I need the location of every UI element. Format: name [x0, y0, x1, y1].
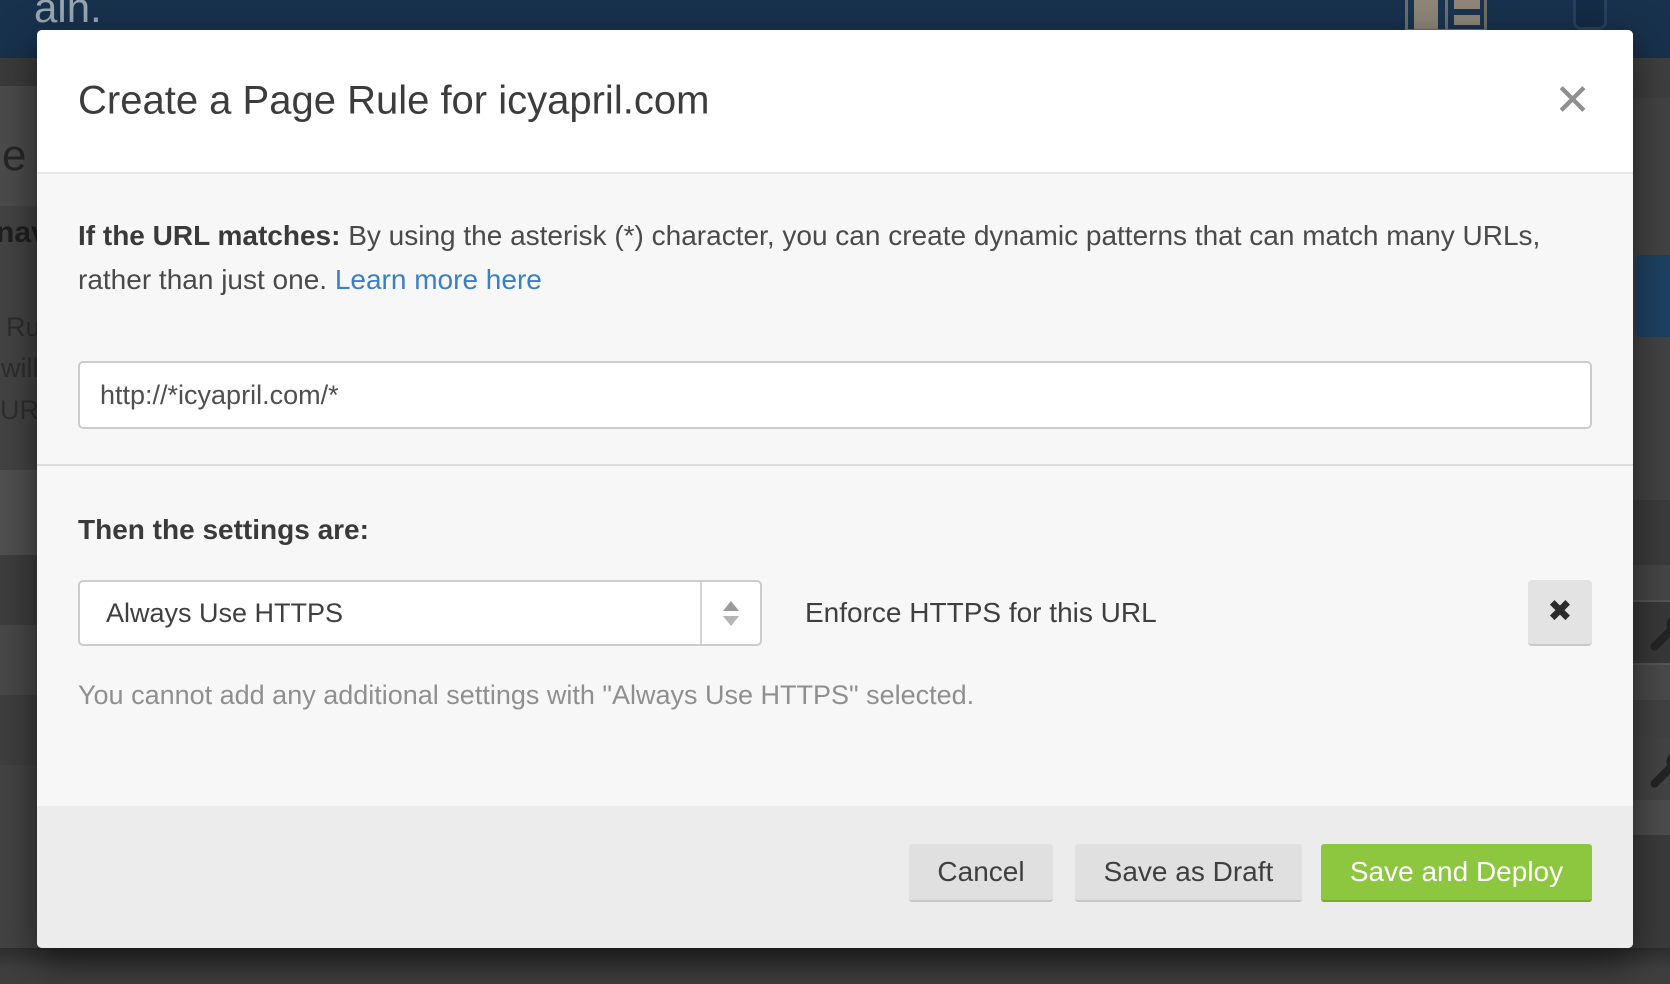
- url-match-description: If the URL matches: By using the asteris…: [78, 214, 1594, 302]
- background-text-fragment: e: [2, 131, 26, 181]
- setting-select-value: Always Use HTTPS: [80, 582, 700, 644]
- wrench-icon: [1636, 737, 1670, 801]
- setting-note: You cannot add any additional settings w…: [78, 680, 974, 711]
- url-match-label: If the URL matches:: [78, 220, 340, 251]
- remove-icon: ✖: [1547, 595, 1572, 628]
- dimmed-action-button: [1635, 255, 1670, 337]
- save-and-deploy-button[interactable]: Save and Deploy: [1321, 844, 1592, 902]
- background-text-fragment: UR: [0, 395, 39, 426]
- background-band: [1633, 835, 1670, 950]
- background-band: [0, 58, 37, 86]
- url-pattern-input[interactable]: [78, 361, 1592, 429]
- setting-select[interactable]: Always Use HTTPS: [78, 580, 762, 646]
- modal-body: If the URL matches: By using the asteris…: [37, 174, 1633, 804]
- remove-setting-button[interactable]: ✖: [1528, 580, 1592, 646]
- close-icon[interactable]: ✕: [1554, 79, 1591, 123]
- background-band: [0, 555, 37, 625]
- wrench-icon: [1636, 600, 1670, 664]
- settings-heading: Then the settings are:: [78, 514, 369, 546]
- setting-description: Enforce HTTPS for this URL: [805, 580, 1157, 646]
- background-band: [1633, 665, 1670, 700]
- background-text-fragment: Ru: [6, 312, 41, 343]
- background-text-fragment: will: [1, 353, 39, 384]
- background-topbar-text: ain.: [34, 0, 102, 32]
- background-band: [1633, 700, 1670, 737]
- view-toggle-icon: [1405, 0, 1487, 32]
- cancel-button[interactable]: Cancel: [909, 844, 1053, 902]
- background-band: [0, 470, 37, 555]
- learn-more-link[interactable]: Learn more here: [335, 264, 542, 295]
- modal-drop-shadow: [0, 948, 1670, 984]
- background-band: [1633, 565, 1670, 600]
- save-as-draft-button[interactable]: Save as Draft: [1075, 844, 1302, 902]
- modal-title: Create a Page Rule for icyapril.com: [78, 79, 709, 124]
- background-band: [0, 695, 37, 765]
- background-band: [1633, 800, 1670, 835]
- create-page-rule-modal: Create a Page Rule for icyapril.com ✕ If…: [37, 30, 1633, 948]
- modal-header: Create a Page Rule for icyapril.com ✕: [37, 30, 1633, 174]
- section-divider: [37, 464, 1633, 466]
- background-band: [0, 625, 37, 695]
- modal-footer: Cancel Save as Draft Save and Deploy: [37, 806, 1633, 948]
- topbar-widget-icon: [1573, 0, 1607, 30]
- background-band: [1633, 58, 1670, 98]
- select-stepper-icon: [700, 582, 760, 644]
- background-band: [1633, 500, 1670, 565]
